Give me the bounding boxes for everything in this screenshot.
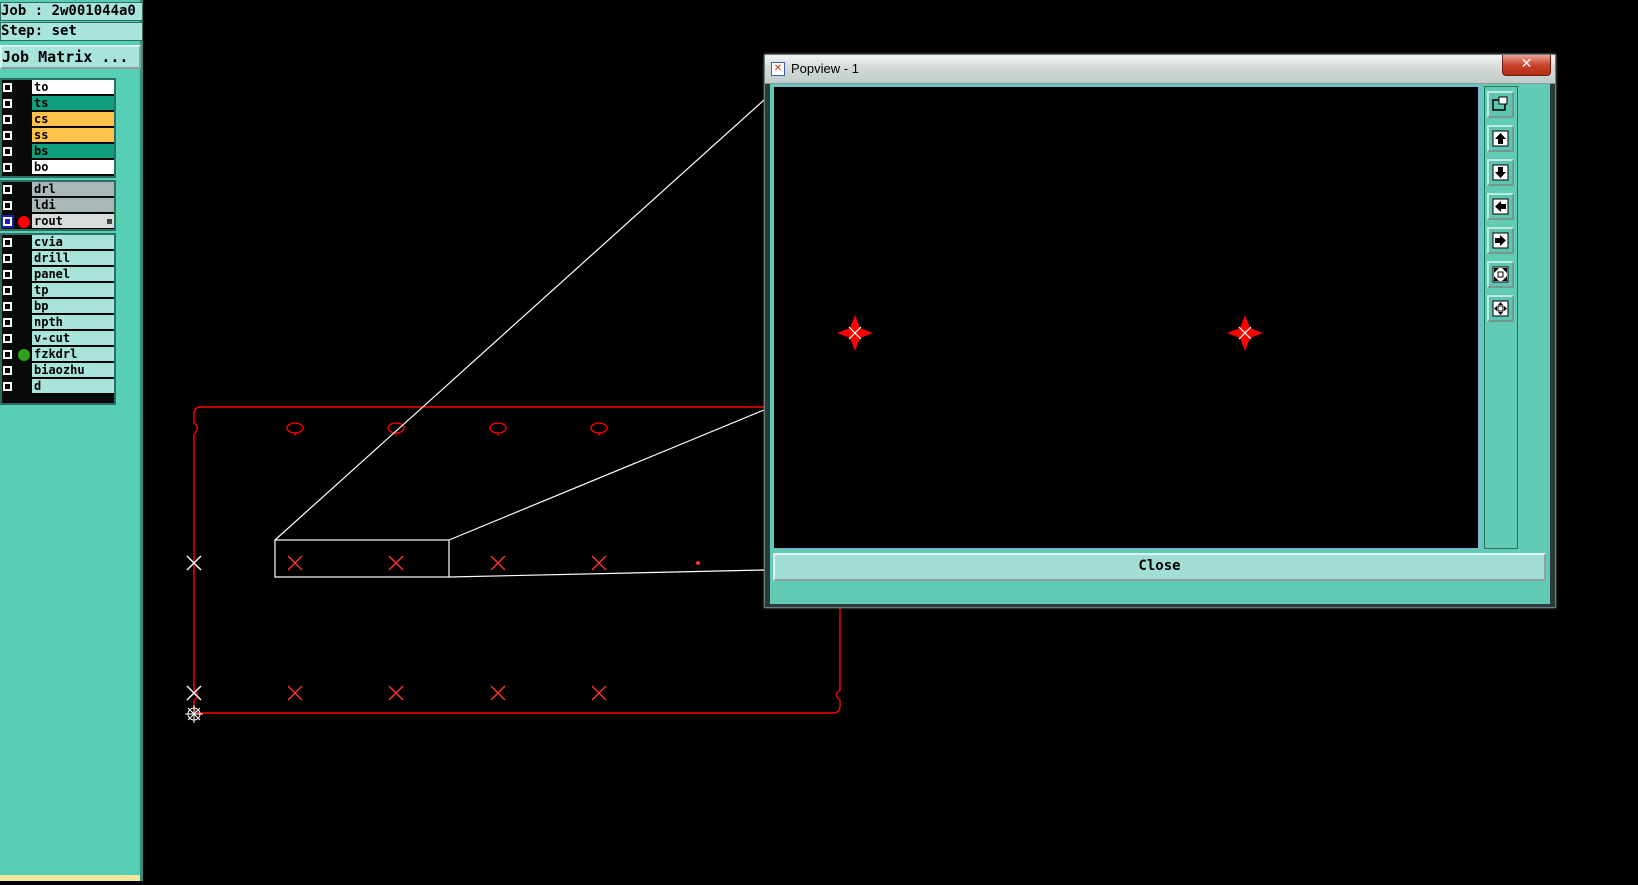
rout-outline [193, 406, 841, 714]
popview-body: Close [770, 84, 1550, 604]
layer-name[interactable]: v-cut [32, 331, 114, 346]
layer-name[interactable]: rout [32, 214, 114, 229]
layer-checkbox[interactable] [3, 185, 12, 194]
layer-name[interactable]: fzkdrl [32, 347, 114, 362]
drill-layer-list: drl ldi rout [0, 180, 116, 231]
layer-checkbox[interactable] [3, 254, 12, 263]
layer-name[interactable]: bp [32, 299, 114, 314]
status-strip [0, 875, 140, 881]
layer-checkbox[interactable] [3, 302, 12, 311]
layer-row-to[interactable]: to [2, 80, 114, 96]
layer-name[interactable]: biaozhu [32, 363, 114, 378]
layer-name[interactable]: tp [32, 283, 114, 298]
layer-checkbox[interactable] [1, 215, 14, 228]
top-slots [286, 422, 608, 436]
layer-name[interactable]: ss [32, 128, 114, 143]
layer-checkbox[interactable] [3, 163, 12, 172]
layer-row-rout[interactable]: rout [1, 214, 114, 230]
layer-checkbox[interactable] [3, 286, 12, 295]
layer-row-fzkdrl[interactable]: fzkdrl [2, 347, 114, 363]
board-layer-list: to ts cs ss bs bo [0, 78, 116, 178]
layer-checkbox[interactable] [3, 334, 12, 343]
layer-row-panel[interactable]: panel [2, 267, 114, 283]
popview-canvas[interactable] [773, 86, 1479, 549]
layer-row-drill[interactable]: drill [2, 251, 114, 267]
fiducial-star-right [1227, 315, 1263, 351]
layer-row-ss[interactable]: ss [2, 128, 114, 144]
layer-checkbox[interactable] [3, 83, 12, 92]
layer-checkbox[interactable] [3, 201, 12, 210]
layer-checkbox[interactable] [3, 147, 12, 156]
popview-close-button[interactable]: Close [773, 553, 1546, 581]
pan-up-icon[interactable] [1487, 125, 1514, 152]
layer-row-cvia[interactable]: cvia [2, 235, 114, 251]
layer-checkbox[interactable] [3, 382, 12, 391]
layer-row-biaozhu[interactable]: biaozhu [2, 363, 114, 379]
popview-title: Popview - 1 [791, 61, 859, 76]
layer-name[interactable]: bs [32, 144, 114, 159]
zoom-window-icon[interactable] [1487, 91, 1514, 118]
zoom-selection [274, 99, 765, 578]
layer-row-bo[interactable]: bo [2, 160, 114, 176]
fiducial-star-left [837, 315, 873, 351]
layer-row-ldi[interactable]: ldi [2, 198, 114, 214]
layer-row-cs[interactable]: cs [2, 112, 114, 128]
layer-name[interactable]: to [32, 80, 114, 95]
window-close-button[interactable]: ✕ [1502, 55, 1551, 76]
pan-down-icon[interactable] [1487, 159, 1514, 186]
popview-drawing [837, 315, 1263, 351]
layer-row-drl[interactable]: drl [2, 182, 114, 198]
pan-right-icon[interactable] [1487, 227, 1514, 254]
layer-row-bs[interactable]: bs [2, 144, 114, 160]
misc-layer-list: cvia drill panel tp bp npth v-cut fzkdrl biaozhu… [0, 233, 116, 405]
middle-row-marks [186, 555, 700, 571]
layer-checkbox[interactable] [3, 115, 12, 124]
work-layer-marker [107, 219, 112, 224]
origin-marker [185, 705, 203, 723]
layer-checkbox[interactable] [3, 366, 12, 375]
layer-name[interactable]: bo [32, 160, 114, 175]
popview-titlebar[interactable]: ✕ Popview - 1 ✕ [765, 55, 1555, 84]
layer-checkbox[interactable] [3, 99, 12, 108]
layer-row-v-cut[interactable]: v-cut [2, 331, 114, 347]
app-icon: ✕ [771, 62, 785, 76]
layer-name[interactable]: drl [32, 182, 114, 197]
layer-checkbox[interactable] [3, 350, 12, 359]
layer-row-d[interactable]: d [2, 379, 114, 395]
layer-row-tp[interactable]: tp [2, 283, 114, 299]
layer-checkbox[interactable] [3, 318, 12, 327]
layer-name[interactable]: cs [32, 112, 114, 127]
layer-name[interactable]: npth [32, 315, 114, 330]
layer-checkbox[interactable] [3, 131, 12, 140]
job-matrix-button[interactable]: Job Matrix ... [0, 45, 141, 69]
step-name-label: Step: set [0, 22, 143, 41]
job-name-label: Job : 2w001044a0 [0, 2, 143, 21]
layer-display-indicator [18, 216, 30, 228]
layer-checkbox[interactable] [3, 238, 12, 247]
bottom-row-marks [186, 685, 607, 701]
popview-toolbar [1484, 86, 1518, 549]
layer-name[interactable]: cvia [32, 235, 114, 250]
layer-row-ts[interactable]: ts [2, 96, 114, 112]
layer-display-indicator [18, 349, 30, 361]
zoom-fit-icon[interactable] [1487, 261, 1514, 288]
layer-name[interactable]: drill [32, 251, 114, 266]
layer-name[interactable]: panel [32, 267, 114, 282]
layer-checkbox[interactable] [3, 270, 12, 279]
pan-left-icon[interactable] [1487, 193, 1514, 220]
zoom-home-icon[interactable] [1487, 295, 1514, 322]
layer-name[interactable]: ts [32, 96, 114, 111]
layer-panel: Job : 2w001044a0 Step: set Job Matrix ..… [0, 0, 143, 881]
layer-row-bp[interactable]: bp [2, 299, 114, 315]
popview-window[interactable]: ✕ Popview - 1 ✕ Close [764, 54, 1556, 608]
layer-name[interactable]: d [32, 379, 114, 394]
layer-name[interactable]: ldi [32, 198, 114, 213]
layer-row-npth[interactable]: npth [2, 315, 114, 331]
